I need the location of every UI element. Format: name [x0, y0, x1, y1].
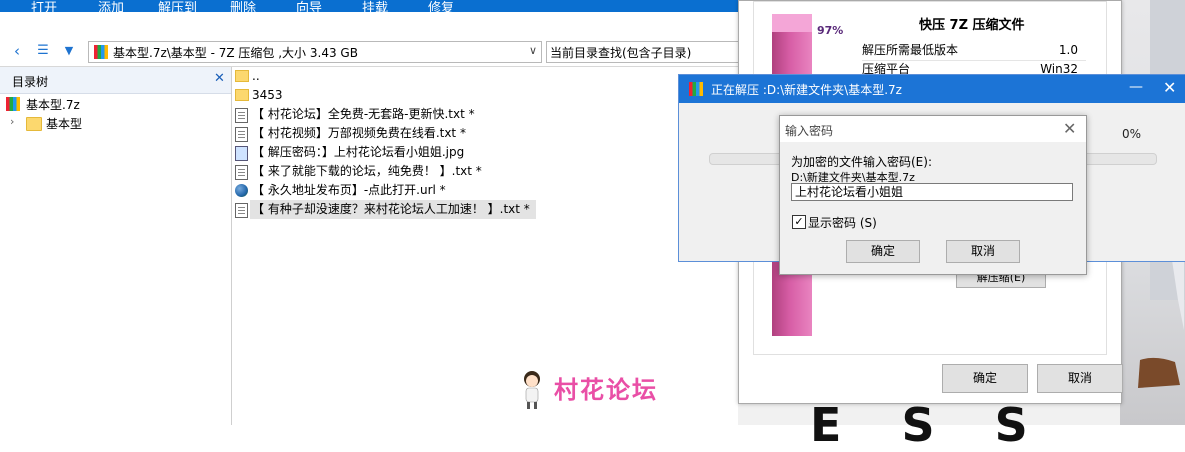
view-dropdown-icon[interactable]: ▼: [60, 42, 78, 60]
toolbar: 打开 添加 解压到 删除 向导 挂载 修复: [0, 0, 738, 16]
compression-percent: 97%: [817, 24, 844, 37]
close-icon[interactable]: ✕: [214, 71, 225, 86]
show-password-checkbox[interactable]: ✓: [792, 215, 806, 229]
text-file-icon: [235, 203, 248, 218]
close-icon[interactable]: ✕: [1063, 119, 1076, 138]
folder-icon: [235, 89, 249, 101]
repair-button[interactable]: 修复: [428, 0, 454, 16]
tree-child-label: 基本型: [46, 117, 83, 131]
wizard-button[interactable]: 向导: [296, 0, 322, 16]
search-input[interactable]: 当前目录查找(包含子目录): [546, 41, 740, 63]
password-dialog-title: 输入密码: [785, 124, 834, 138]
watermark-text: 村花论坛: [554, 376, 658, 404]
password-input[interactable]: 上村花论坛看小姐姐: [791, 183, 1073, 201]
mount-button[interactable]: 挂载: [362, 0, 388, 16]
ok-button[interactable]: 确定: [846, 240, 920, 263]
back-icon[interactable]: ‹: [8, 42, 26, 60]
globe-icon: [235, 184, 248, 197]
text-file-icon: [235, 127, 248, 142]
file-list: .. 3453 【 村花论坛】全免费-无套路-更新快.txt * 【 村花视频】…: [232, 67, 737, 425]
open-button[interactable]: 打开: [31, 0, 57, 16]
add-button[interactable]: 添加: [98, 0, 124, 16]
extracting-title: 正在解压 :D:\新建文件夹\基本型.7z: [711, 83, 902, 97]
image-file-icon: [235, 146, 248, 161]
archive-icon: [689, 82, 703, 96]
delete-button[interactable]: 删除: [230, 0, 256, 16]
password-dialog-title-bar: 输入密码 ✕: [780, 116, 1086, 142]
list-view-icon[interactable]: ☰: [34, 42, 52, 60]
archive-icon: [94, 45, 108, 59]
cartoon-girl-icon: [524, 371, 540, 409]
properties-title: 快压 7Z 压缩文件: [919, 18, 1025, 33]
address-bar-row: ‹ ☰ ▼ 基本型.7z\基本型 - 7Z 压缩包 ,大小 3.43 GB ∨ …: [0, 38, 740, 67]
background-text: E S S: [810, 398, 1050, 452]
address-path: 基本型.7z\基本型 - 7Z 压缩包 ,大小 3.43 GB: [113, 46, 358, 60]
show-password-label: 显示密码 (S): [808, 216, 877, 230]
password-dialog: 输入密码 ✕ 为加密的文件输入密码(E): D:\新建文件夹\基本型.7z 上村…: [779, 115, 1087, 275]
cancel-button[interactable]: 取消: [946, 240, 1020, 263]
folder-icon: [26, 117, 42, 131]
tree-title: 目录树: [12, 75, 49, 89]
address-field[interactable]: 基本型.7z\基本型 - 7Z 压缩包 ,大小 3.43 GB ∨: [88, 41, 542, 63]
chevron-right-icon[interactable]: ›: [10, 115, 14, 128]
minimize-icon[interactable]: —: [1129, 79, 1143, 95]
archive-icon: [6, 97, 20, 111]
tree-header: 目录树 ✕: [0, 67, 231, 94]
extracting-title-bar: 正在解压 :D:\新建文件夹\基本型.7z — ✕: [679, 75, 1185, 103]
password-prompt: 为加密的文件输入密码(E):: [791, 155, 932, 169]
tree-root-label: 基本型.7z: [26, 98, 80, 112]
ok-button[interactable]: 确定: [942, 364, 1028, 393]
chevron-down-icon[interactable]: ∨: [529, 44, 537, 57]
directory-tree-panel: 目录树 ✕ 基本型.7z › 基本型: [0, 67, 232, 425]
close-icon[interactable]: ✕: [1163, 78, 1176, 97]
text-file-icon: [235, 108, 248, 123]
folder-icon: [235, 70, 249, 82]
cancel-button[interactable]: 取消: [1037, 364, 1123, 393]
progress-percent: 0%: [1122, 127, 1142, 141]
extract-to-button[interactable]: 解压到: [158, 0, 197, 16]
text-file-icon: [235, 165, 248, 180]
search-placeholder: 当前目录查找(包含子目录): [550, 46, 692, 60]
property-row: 解压所需最低版本 1.0: [862, 41, 1086, 61]
